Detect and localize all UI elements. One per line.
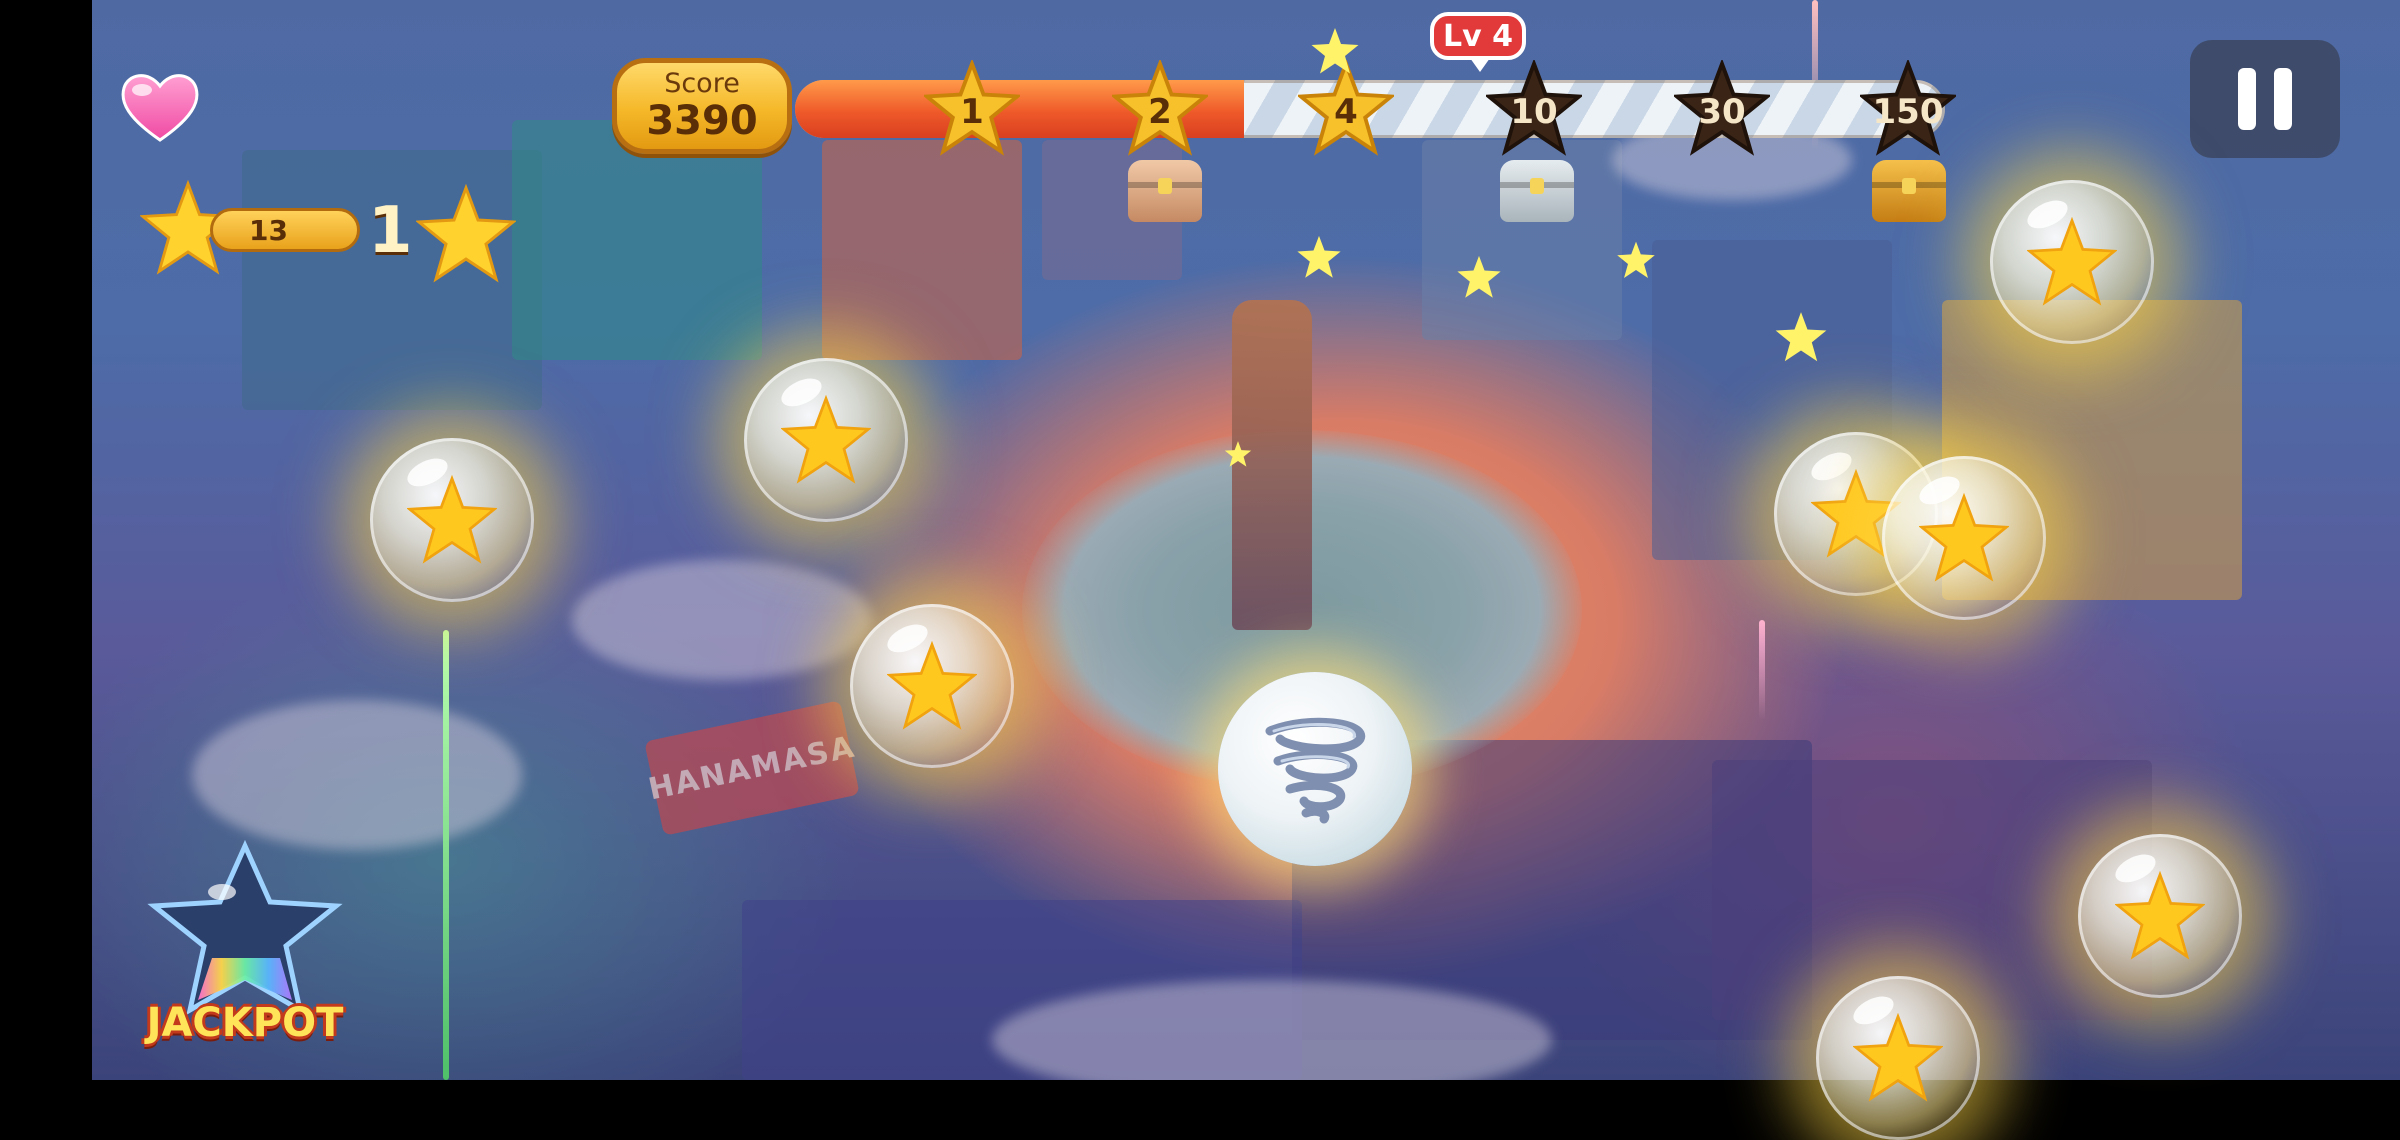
milestone-label: 1 <box>960 92 984 132</box>
left-black-margin <box>0 0 92 1080</box>
star-icon <box>1853 1013 1943 1102</box>
star-bubble[interactable] <box>850 604 1014 768</box>
star-bubble[interactable] <box>744 358 908 522</box>
milestone-label: 2 <box>1148 92 1172 132</box>
star-icon <box>781 395 871 484</box>
milestone-star: 10 <box>1486 60 1582 156</box>
milestone-label: 4 <box>1334 92 1358 132</box>
cloud <box>572 560 872 680</box>
score-value: 3390 <box>646 98 758 144</box>
milestone-star: 2 <box>1112 60 1208 156</box>
score-panel: Score 3390 <box>612 58 792 154</box>
heart-icon <box>121 74 199 142</box>
star-icon <box>2027 217 2117 306</box>
sparkle-icon <box>1775 312 1827 362</box>
cloud <box>192 700 522 850</box>
jackpot-button[interactable]: JACKPOT <box>140 839 350 1060</box>
star-multiplier: 1 <box>368 194 413 268</box>
level-badge: Lv 4 <box>1430 12 1526 72</box>
milestone-label: 30 <box>1698 92 1746 132</box>
star-icon <box>407 475 497 564</box>
shop-sign: HANAMASA <box>644 700 860 836</box>
milestone-star: 30 <box>1674 60 1770 156</box>
jackpot-star-jar-icon <box>147 839 343 1016</box>
star-bubble[interactable] <box>1990 180 2154 344</box>
sparkle-icon <box>1311 28 1359 74</box>
star-icon <box>2115 871 2205 960</box>
star-bubble[interactable] <box>1882 456 2046 620</box>
star-bubble[interactable] <box>370 438 534 602</box>
building <box>822 140 1022 360</box>
rocket-trail <box>1759 620 1765 720</box>
chest-icon <box>1128 160 1202 222</box>
milestone-star: 150 <box>1860 60 1956 156</box>
chest-icon <box>1872 160 1946 222</box>
star-counter: 13 1 <box>140 180 520 283</box>
jackpot-label: JACKPOT <box>146 1000 344 1046</box>
chest-icon <box>1500 160 1574 222</box>
building <box>512 120 762 360</box>
pause-icon <box>2238 68 2256 130</box>
milestone-star: 1 <box>924 60 1020 156</box>
rocket-trail <box>443 630 449 1080</box>
sparkle-icon <box>1297 235 1341 278</box>
sparkle-icon <box>1224 441 1252 467</box>
sparkle-icon <box>1457 255 1501 298</box>
tornado-bubble[interactable] <box>1218 672 1412 866</box>
sparkle-icon <box>1617 241 1655 278</box>
star-icon <box>1919 493 2009 582</box>
star-icon <box>887 641 977 730</box>
score-label: Score <box>664 68 740 99</box>
milestone-label: 150 <box>1872 92 1944 132</box>
milestone-label: 10 <box>1510 92 1558 132</box>
star-icon <box>416 184 516 283</box>
star-bubble[interactable] <box>2078 834 2242 998</box>
pause-button[interactable] <box>2190 40 2340 158</box>
pause-icon <box>2274 68 2292 130</box>
star-bubble[interactable] <box>1816 976 1980 1140</box>
tornado-icon <box>1265 717 1366 824</box>
star-count: 13 <box>210 208 360 252</box>
